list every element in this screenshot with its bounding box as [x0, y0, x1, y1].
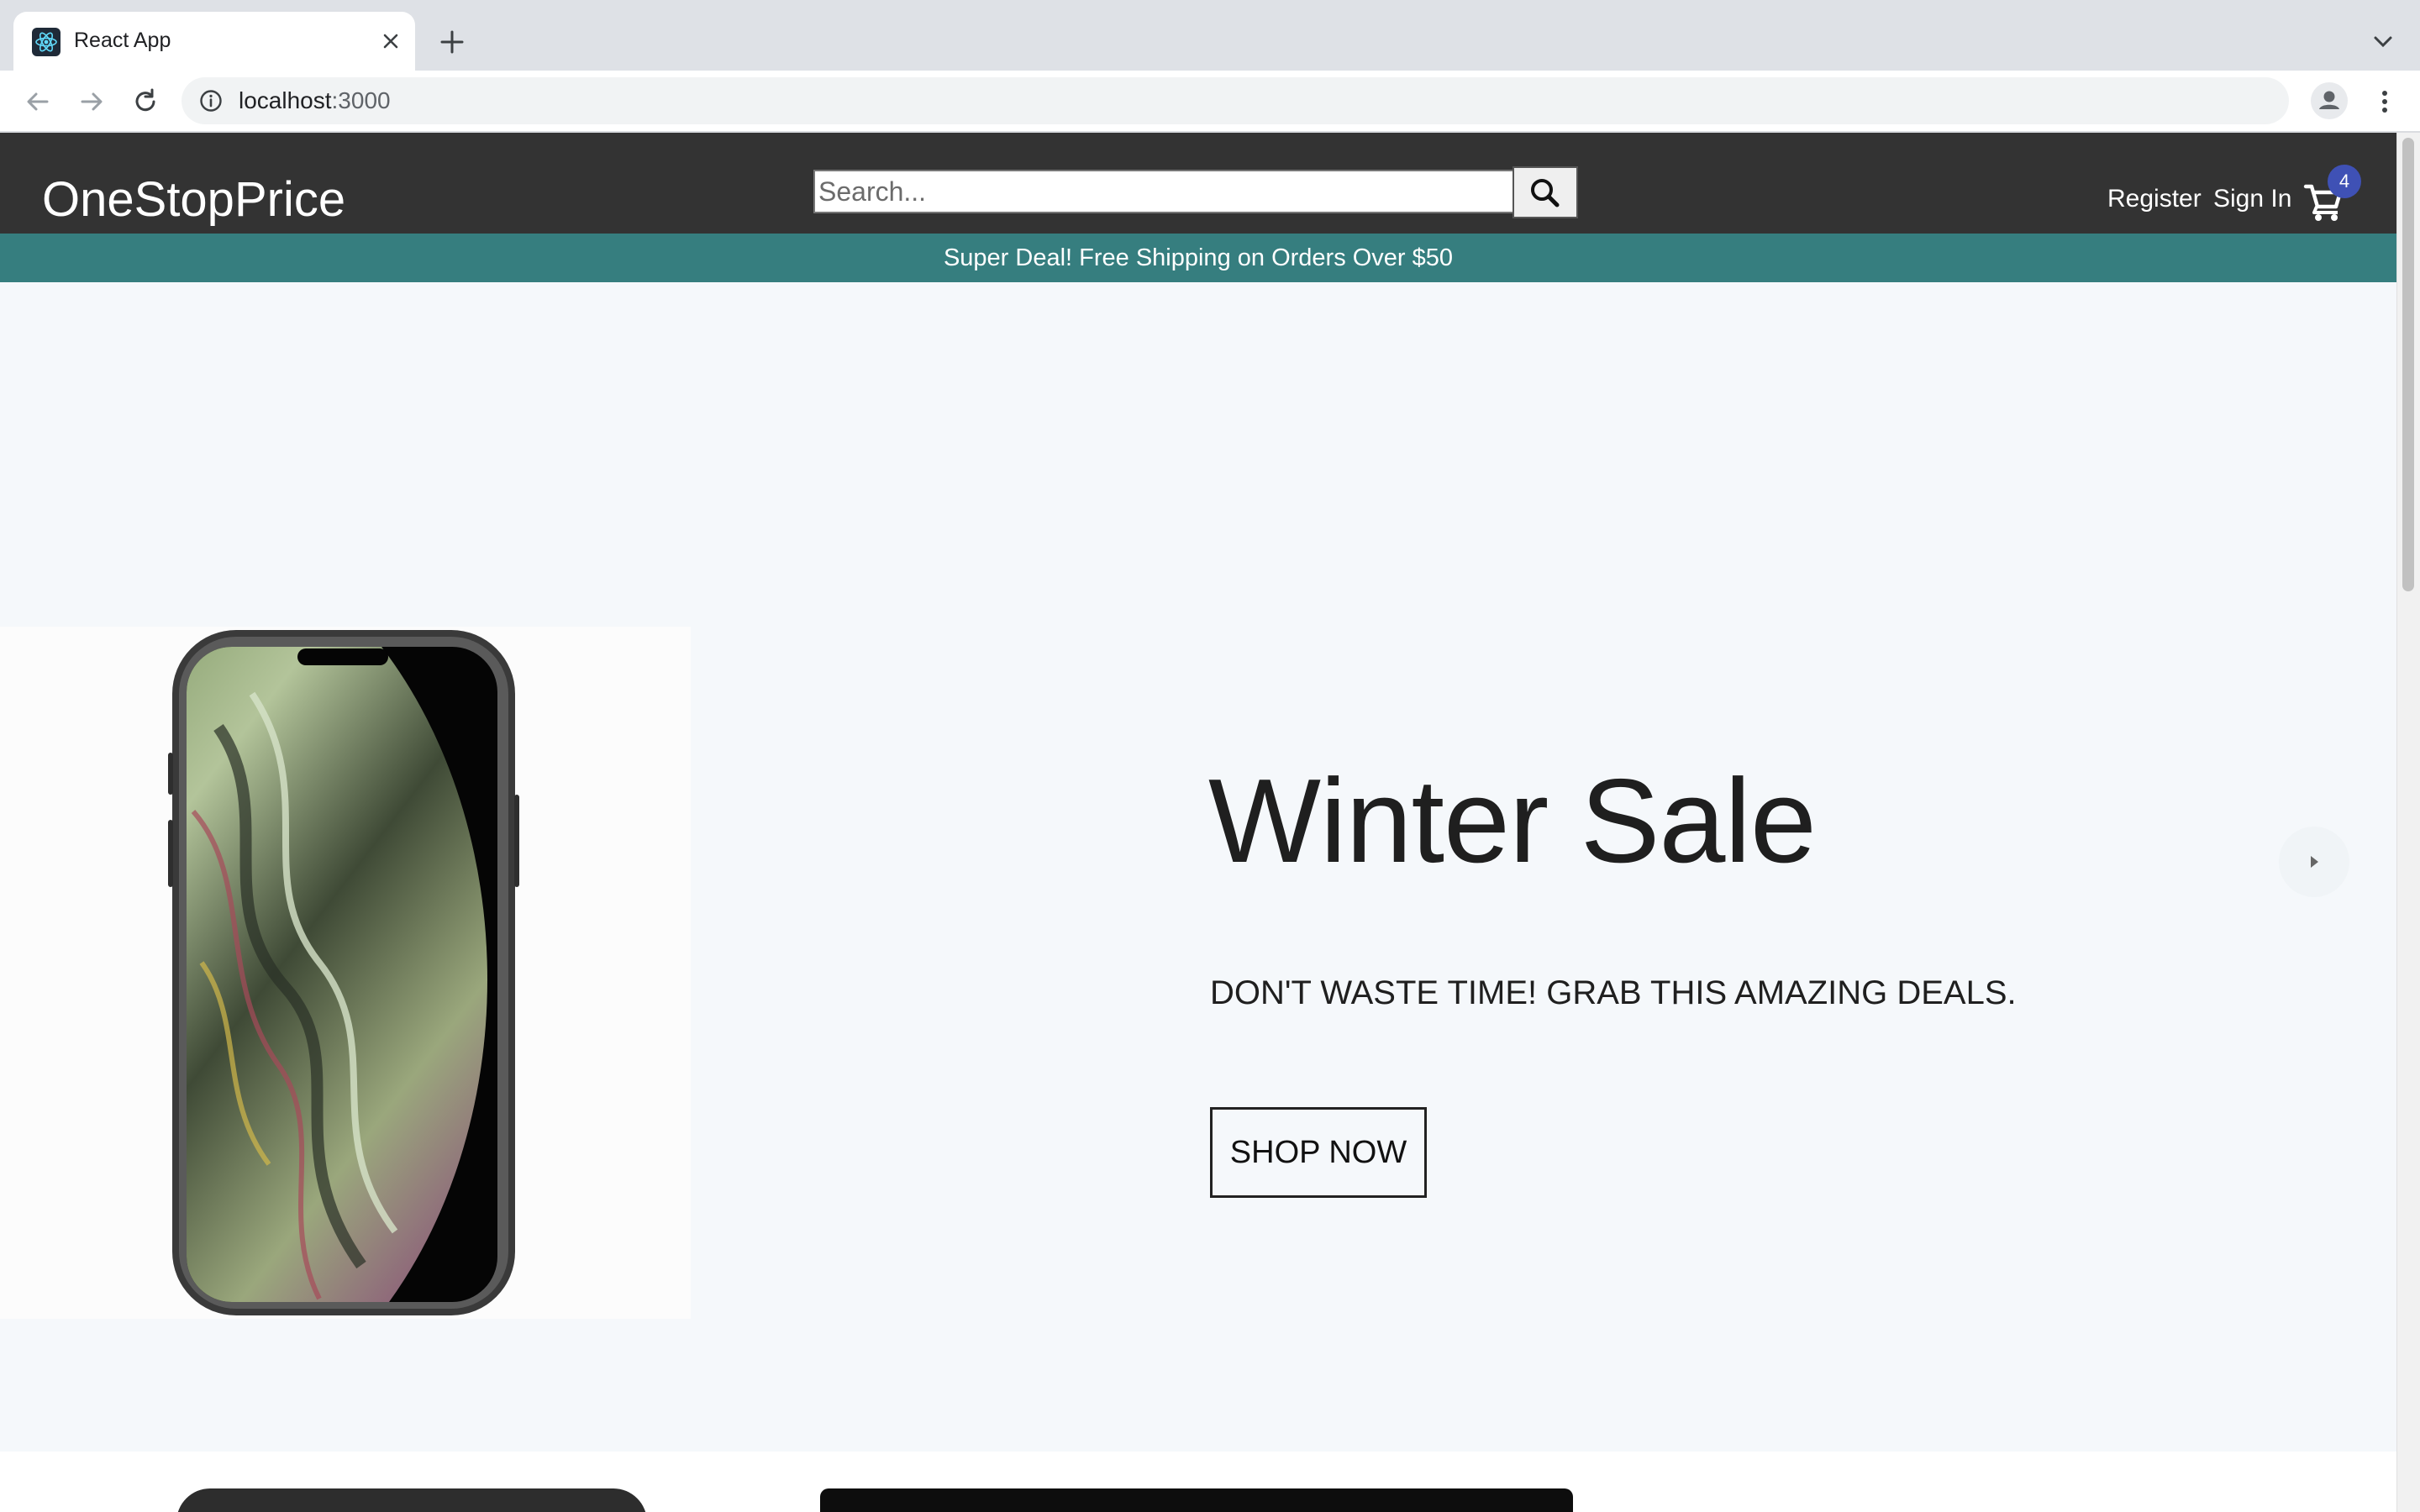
search-button[interactable] — [1512, 166, 1578, 218]
browser-toolbar: localhost:3000 — [0, 71, 2420, 133]
product-image-peek — [820, 1488, 1573, 1512]
page-viewport: OneStopPrice Register Sign In 4 Super De… — [0, 133, 2396, 1512]
arrow-right-icon[interactable] — [74, 84, 109, 119]
site-navbar: OneStopPrice Register Sign In 4 — [0, 133, 2396, 234]
search-input[interactable] — [813, 170, 1514, 213]
slider-next-button[interactable] — [2279, 827, 2349, 897]
hero-subtitle: DON'T WASTE TIME! GRAB THIS AMAZING DEAL… — [1210, 974, 2017, 1011]
phone-image — [168, 630, 519, 1315]
chevron-down-icon[interactable] — [2366, 27, 2400, 57]
react-favicon-icon — [32, 28, 60, 56]
arrow-left-icon[interactable] — [20, 84, 55, 119]
cart-count-badge: 4 — [2328, 165, 2361, 198]
url-text: localhost:3000 — [239, 87, 391, 114]
url-port: :3000 — [331, 87, 391, 113]
tab-title: React App — [74, 29, 171, 52]
products-section — [0, 1452, 2396, 1512]
page-scrollbar[interactable] — [2396, 133, 2420, 1512]
profile-icon[interactable] — [2311, 82, 2348, 119]
hero-product-image — [0, 627, 691, 1319]
promo-banner: Super Deal! Free Shipping on Orders Over… — [0, 234, 2396, 282]
brand-logo[interactable]: OneStopPrice — [42, 171, 345, 228]
hero-slider: Winter Sale DON'T WASTE TIME! GRAB THIS … — [0, 282, 2396, 1452]
signin-link[interactable]: Sign In — [2213, 185, 2291, 213]
plus-icon[interactable] — [435, 25, 469, 59]
register-link[interactable]: Register — [2107, 185, 2202, 213]
tab-react-app[interactable]: React App — [13, 12, 415, 71]
product-image-peek — [176, 1488, 647, 1512]
reload-icon[interactable] — [128, 84, 163, 119]
hero-title: Winter Sale — [1208, 754, 1817, 888]
promo-text: Super Deal! Free Shipping on Orders Over… — [943, 244, 1454, 271]
caret-right-icon — [2311, 856, 2318, 868]
search-icon — [1531, 179, 1560, 207]
close-icon[interactable] — [375, 25, 407, 57]
more-vert-icon[interactable] — [2368, 84, 2402, 119]
url-host: localhost — [239, 87, 332, 113]
address-bar[interactable]: localhost:3000 — [182, 77, 2289, 124]
scrollbar-thumb[interactable] — [2402, 138, 2414, 591]
shop-now-button[interactable]: SHOP NOW — [1210, 1107, 1427, 1198]
info-icon[interactable] — [198, 88, 224, 113]
tab-strip: React App — [0, 0, 2420, 71]
